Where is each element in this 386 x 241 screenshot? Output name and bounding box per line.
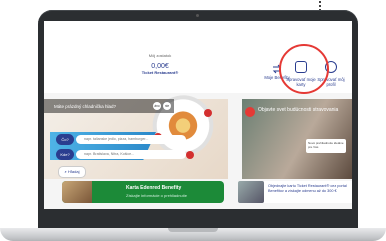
search-label: Hľadaj (67, 169, 80, 174)
laptop-base (0, 228, 386, 241)
account-label: Môj zostatok (148, 53, 172, 58)
promo-hero-text: Objavte svet budúcnosti stravovania (258, 107, 339, 113)
hero-question: Máte prázdný chladnička hlad? (54, 104, 117, 109)
promo-hero[interactable]: Objavte svet budúcnosti stravovania Nové… (242, 99, 352, 179)
tomato-image (204, 109, 212, 117)
what-pill: Čo? (56, 134, 74, 145)
account-balance[interactable]: Môj zostatok 0,00€ Ticket Restaurant® (130, 53, 190, 75)
promo-title: Karta Edenred Benefity (126, 185, 182, 191)
where-row: Kde? (56, 149, 186, 160)
highlight-circle (279, 44, 329, 94)
what-input[interactable] (76, 135, 186, 144)
search-icon: ⌕ (64, 169, 67, 174)
benefits-card-promo[interactable]: Karta Edenred Benefity Získajte informác… (62, 181, 224, 203)
what-row: Čo? (56, 134, 186, 145)
toggle-no[interactable]: nie (163, 102, 171, 110)
promo-image (62, 181, 92, 203)
search-hero: Máte prázdný chladnička hlad? áno nie Čo… (44, 95, 228, 179)
header: Môj zostatok 0,00€ Ticket Restaurant® Mo… (44, 21, 352, 94)
account-brand: Ticket Restaurant® (141, 70, 179, 75)
promo-subtitle: Získajte informácie o prehliadnutie (126, 193, 187, 198)
screen: Môj zostatok 0,00€ Ticket Restaurant® Mo… (44, 21, 352, 209)
where-input[interactable] (76, 150, 186, 159)
ticket-promo[interactable]: Objednajte kartu Ticket Restaurant® cez … (238, 181, 352, 203)
promo-person-image (238, 181, 264, 203)
ticket-promo-text: Objednajte kartu Ticket Restaurant® cez … (268, 184, 347, 193)
where-pill: Kde? (56, 149, 74, 160)
search-button[interactable]: ⌕ Hľadaj (58, 166, 86, 178)
camera-dot (196, 14, 199, 17)
tomato-image (186, 151, 194, 159)
promo-hero-card: Nové prehliadnutie ideálne pre Vás (306, 139, 346, 153)
laptop-notch (168, 228, 218, 232)
laptop-bezel: Môj zostatok 0,00€ Ticket Restaurant® Mo… (38, 10, 358, 230)
brand-logo-icon (245, 107, 255, 117)
toggle-yes[interactable]: áno (153, 102, 161, 110)
account-amount: 0,00€ (151, 63, 169, 70)
